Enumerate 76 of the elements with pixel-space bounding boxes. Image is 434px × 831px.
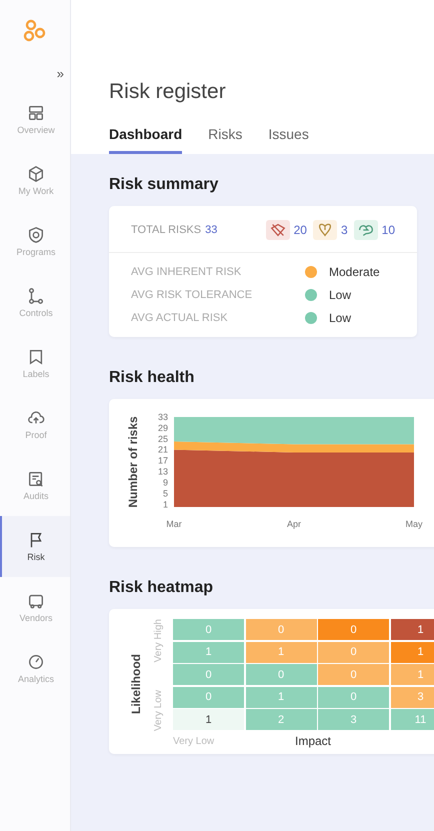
metric-label: AVG INHERENT RISK [131,266,242,278]
logo-icon [22,18,48,44]
heatmap-cell: 3 [390,686,434,708]
sidebar-item[interactable]: Overview [0,89,70,150]
page-title: Risk register [109,80,227,104]
heatmap-cell: 0 [318,686,389,708]
bookmark-icon [27,348,45,366]
axis-title: Number of risks [126,416,140,508]
heatmap-cell: 1 [390,664,434,685]
heatmap-cell: 1 [246,686,316,708]
metric-label: AVG ACTUAL RISK [131,312,229,324]
metric-label: AVG RISK TOLERANCE [131,289,254,301]
box-icon [27,165,45,183]
heatmap-cell: 0 [246,619,316,640]
total-label: TOTAL RISKS [131,224,202,236]
metric-value: Low [329,311,352,325]
heatmap-cell: 0 [173,686,244,708]
heatmap-cell: 3 [318,709,389,730]
gauge-icon [27,653,45,671]
heatmap-cell: 0 [173,619,244,640]
metric-value: Low [329,288,352,302]
metric-value: Moderate [329,265,380,279]
sidebar-item[interactable]: Proof [0,394,70,455]
audit-icon [27,470,45,488]
heatmap-cell: 1 [390,642,434,662]
truck-icon [27,592,45,610]
tab[interactable]: Issues [268,126,309,154]
sidebar-item[interactable]: Labels [0,333,70,394]
sidebar-item[interactable]: Risk [0,516,70,577]
heatmap-cell: 2 [246,709,316,730]
flow-icon [27,287,45,305]
heatmap-cell: 0 [173,664,244,685]
column-label: Very Low [173,736,216,746]
axis-title: Impact [295,734,332,748]
sidebar-item[interactable]: Vendors [0,577,70,638]
tick-label: 29 [158,422,168,433]
total-count: 33 [205,224,218,236]
tick-label: 5 [162,488,168,498]
row-label: Very Low [152,690,164,731]
sidebar-item[interactable]: Analytics [0,638,70,699]
section-title: Risk health [109,369,196,387]
sidebar-item[interactable]: Audits [0,455,70,516]
section-title: Risk heatmap [109,579,214,597]
heatmap-cell: 1 [246,642,316,662]
tick-label: 33 [158,412,168,422]
risk-count: 3 [340,223,348,237]
expand-button[interactable]: » [56,66,64,81]
heatmap-cell: 1 [173,642,244,662]
shield-icon [27,226,45,244]
tick-label: May [406,519,422,529]
heatmap-cell: 11 [390,709,434,730]
tab[interactable]: Risks [208,126,242,154]
section-title: Risk summary [109,176,220,194]
tick-label: 17 [158,456,168,466]
heatmap-cell: 0 [246,664,316,685]
tick-label: 1 [162,499,168,510]
row-label: Very High [152,619,164,662]
tick-label: 25 [158,434,168,444]
tick-label: 21 [158,444,168,455]
tab[interactable]: Dashboard [109,126,182,154]
heatmap-cell: 0 [318,619,389,640]
sidebar-item[interactable]: Programs [0,211,70,272]
risk-count: 10 [382,223,395,237]
sidebar-item[interactable]: My Work [0,150,70,211]
sidebar-item[interactable]: Controls [0,272,70,333]
heatmap-cell: 1 [173,709,244,730]
tick-label: Mar [166,519,182,529]
heatmap-cell: 1 [390,619,434,640]
heatmap-cell: 0 [318,664,389,685]
axis-title: Likelihood [129,654,144,714]
heatmap-cell: 0 [318,642,389,662]
tick-label: 9 [162,477,168,488]
tick-label: 13 [158,466,168,477]
overview-icon [27,104,45,122]
tick-label: Apr [287,519,301,529]
risk-count: 20 [294,223,307,237]
